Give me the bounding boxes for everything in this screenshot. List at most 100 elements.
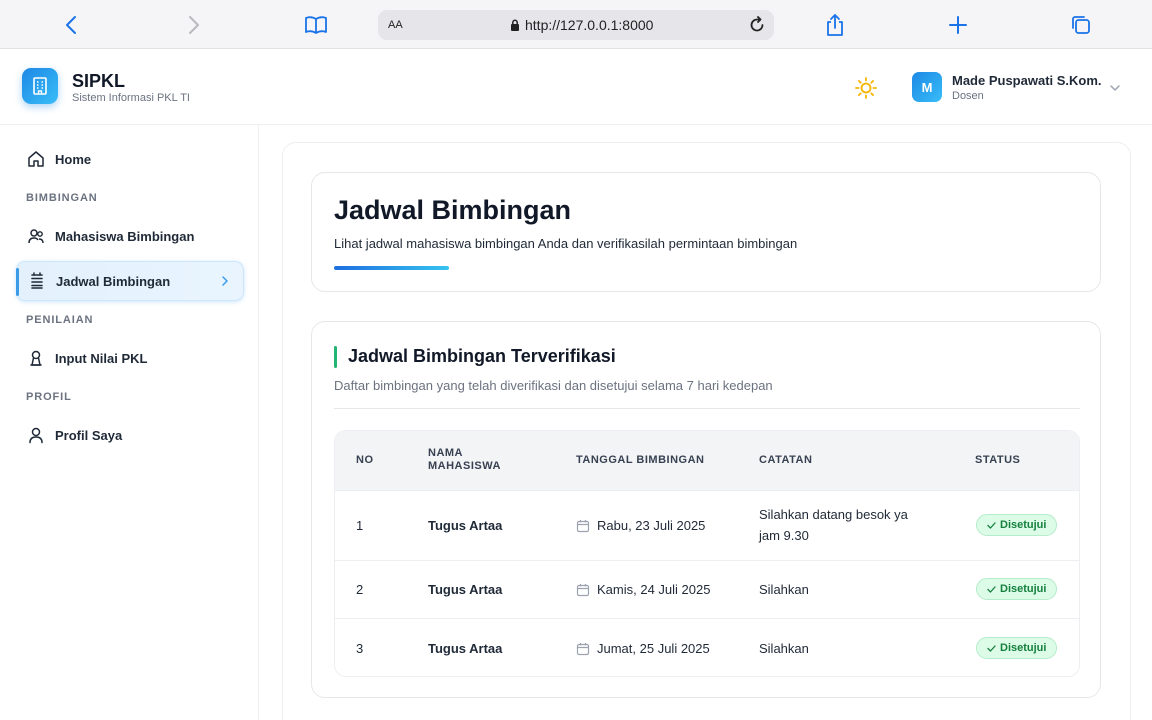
sidebar-item-home[interactable]: Home — [16, 139, 244, 179]
cell-tanggal-text: Jumat, 25 Juli 2025 — [597, 641, 710, 656]
sidebar-item-label: Input Nilai PKL — [55, 350, 148, 366]
tabs-icon — [1072, 16, 1090, 34]
text-size-button[interactable]: AA — [388, 19, 403, 31]
plus-icon — [949, 16, 967, 34]
page-subtitle: Lihat jadwal mahasiswa bimbingan Anda da… — [334, 236, 798, 251]
theme-toggle-button[interactable] — [853, 75, 879, 101]
url-text: http://127.0.0.1:8000 — [525, 17, 654, 33]
cell-nama: Tugus Artaa — [428, 582, 503, 597]
column-header-nama-line1: NAMA — [428, 447, 463, 459]
cell-no: 3 — [356, 641, 364, 656]
list-icon — [27, 271, 47, 291]
page-title: Jadwal Bimbingan — [334, 195, 572, 225]
cell-catatan-line2: jam 9.30 — [759, 528, 809, 543]
column-header-tanggal: TANGGAL BIMBINGAN — [576, 454, 705, 466]
user-icon — [26, 425, 46, 445]
sidebar-item-jadwal-bimbingan[interactable]: Jadwal Bimbingan — [16, 261, 244, 301]
back-button[interactable] — [56, 10, 86, 40]
user-avatar[interactable]: M — [912, 72, 942, 102]
cell-tanggal: Rabu, 23 Juli 2025 — [576, 518, 705, 533]
sidebar-item-mahasiswa-bimbingan[interactable]: Mahasiswa Bimbingan — [16, 216, 244, 256]
sun-icon — [855, 77, 877, 99]
status-badge: Disetujui — [976, 637, 1058, 659]
table-row: 3 Tugus Artaa Jumat, 25 Juli 2025 Silahk… — [335, 618, 1079, 676]
sidebar-item-label: Mahasiswa Bimbingan — [55, 228, 195, 244]
app-logo[interactable] — [22, 68, 58, 104]
cell-catatan-line1: Silahkan datang besok ya — [759, 507, 908, 522]
url-display[interactable]: http://127.0.0.1:8000 — [510, 17, 653, 33]
column-header-nama-line2: MAHASISWA — [428, 460, 501, 472]
cell-catatan: Silahkan — [759, 582, 809, 597]
home-icon — [26, 149, 46, 169]
user-role: Dosen — [952, 90, 984, 102]
table-row: 1 Tugus Artaa Rabu, 23 Juli 2025 Silahka… — [335, 490, 1079, 560]
sidebar: Home BIMBINGAN Mahasiswa Bimbingan Jadwa… — [0, 125, 259, 720]
share-icon — [827, 14, 843, 36]
status-badge-label: Disetujui — [1000, 519, 1047, 531]
status-badge-label: Disetujui — [1000, 642, 1047, 654]
schedule-section-subtitle: Daftar bimbingan yang telah diverifikasi… — [334, 378, 773, 393]
page-header-card: Jadwal Bimbingan Lihat jadwal mahasiswa … — [311, 172, 1101, 292]
schedule-table: NO NAMA MAHASISWA TANGGAL BIMBINGAN CATA… — [334, 430, 1080, 677]
sidebar-section-penilaian: PENILAIAN — [26, 314, 94, 326]
cell-catatan: Silahkan — [759, 641, 809, 656]
divider — [334, 408, 1080, 409]
book-icon — [305, 16, 327, 34]
user-name[interactable]: Made Puspawati S.Kom. — [952, 73, 1102, 88]
chevron-right-icon — [222, 276, 228, 286]
app-subtitle: Sistem Informasi PKL TI — [72, 92, 190, 104]
cell-catatan: Silahkan datang besok ya jam 9.30 — [759, 504, 908, 546]
sidebar-section-bimbingan: BIMBINGAN — [26, 192, 98, 204]
sidebar-item-label: Home — [55, 151, 92, 167]
share-button[interactable] — [820, 10, 850, 40]
forward-button[interactable] — [179, 10, 209, 40]
chevron-left-icon — [66, 16, 76, 34]
address-bar[interactable]: AA http://127.0.0.1:8000 — [378, 10, 774, 40]
status-badge: Disetujui — [976, 514, 1058, 536]
cell-tanggal-text: Rabu, 23 Juli 2025 — [597, 518, 706, 533]
lock-icon — [511, 19, 519, 31]
calendar-icon — [576, 642, 590, 655]
check-icon — [987, 644, 996, 652]
chevron-right-icon — [189, 16, 199, 34]
section-accent-bar — [334, 346, 337, 368]
table-header: NO NAMA MAHASISWA TANGGAL BIMBINGAN CATA… — [335, 431, 1079, 490]
column-header-status: STATUS — [975, 454, 1021, 466]
bookmarks-button[interactable] — [301, 10, 331, 40]
table-row: 2 Tugus Artaa Kamis, 24 Juli 2025 Silahk… — [335, 560, 1079, 618]
sidebar-section-profil: PROFIL — [26, 391, 72, 403]
users-icon — [26, 226, 46, 246]
column-header-catatan: CATATAN — [759, 454, 813, 466]
app-header: SIPKL Sistem Informasi PKL TI M Made Pus… — [0, 49, 1152, 125]
status-badge: Disetujui — [976, 578, 1058, 600]
reload-icon — [750, 16, 764, 32]
reload-button[interactable] — [746, 14, 768, 36]
cell-tanggal: Jumat, 25 Juli 2025 — [576, 641, 710, 656]
cell-nama: Tugus Artaa — [428, 518, 503, 533]
verified-schedule-card: Jadwal Bimbingan Terverifikasi Daftar bi… — [311, 321, 1101, 698]
cell-nama: Tugus Artaa — [428, 641, 503, 656]
sidebar-item-profil-saya[interactable]: Profil Saya — [16, 415, 244, 455]
column-header-nama: NAMA MAHASISWA — [428, 447, 501, 473]
cell-no: 2 — [356, 582, 364, 597]
column-header-no: NO — [356, 454, 374, 466]
chevron-down-icon[interactable] — [1108, 81, 1122, 95]
check-icon — [987, 585, 996, 593]
sidebar-item-label: Profil Saya — [55, 427, 123, 443]
cell-tanggal: Kamis, 24 Juli 2025 — [576, 582, 710, 597]
app-name: SIPKL — [72, 71, 126, 91]
building-icon — [33, 77, 47, 95]
status-badge-label: Disetujui — [1000, 583, 1047, 595]
sidebar-item-input-nilai[interactable]: Input Nilai PKL — [16, 338, 244, 378]
calendar-icon — [576, 583, 590, 596]
tabs-button[interactable] — [1066, 10, 1096, 40]
calendar-icon — [576, 519, 590, 532]
title-underline-bar — [334, 266, 449, 270]
new-tab-button[interactable] — [943, 10, 973, 40]
sidebar-item-label: Jadwal Bimbingan — [56, 273, 171, 289]
schedule-section-title: Jadwal Bimbingan Terverifikasi — [348, 346, 616, 366]
browser-toolbar: AA http://127.0.0.1:8000 — [0, 0, 1152, 49]
check-icon — [987, 521, 996, 529]
cell-tanggal-text: Kamis, 24 Juli 2025 — [597, 582, 711, 597]
user-award-icon — [26, 348, 46, 368]
